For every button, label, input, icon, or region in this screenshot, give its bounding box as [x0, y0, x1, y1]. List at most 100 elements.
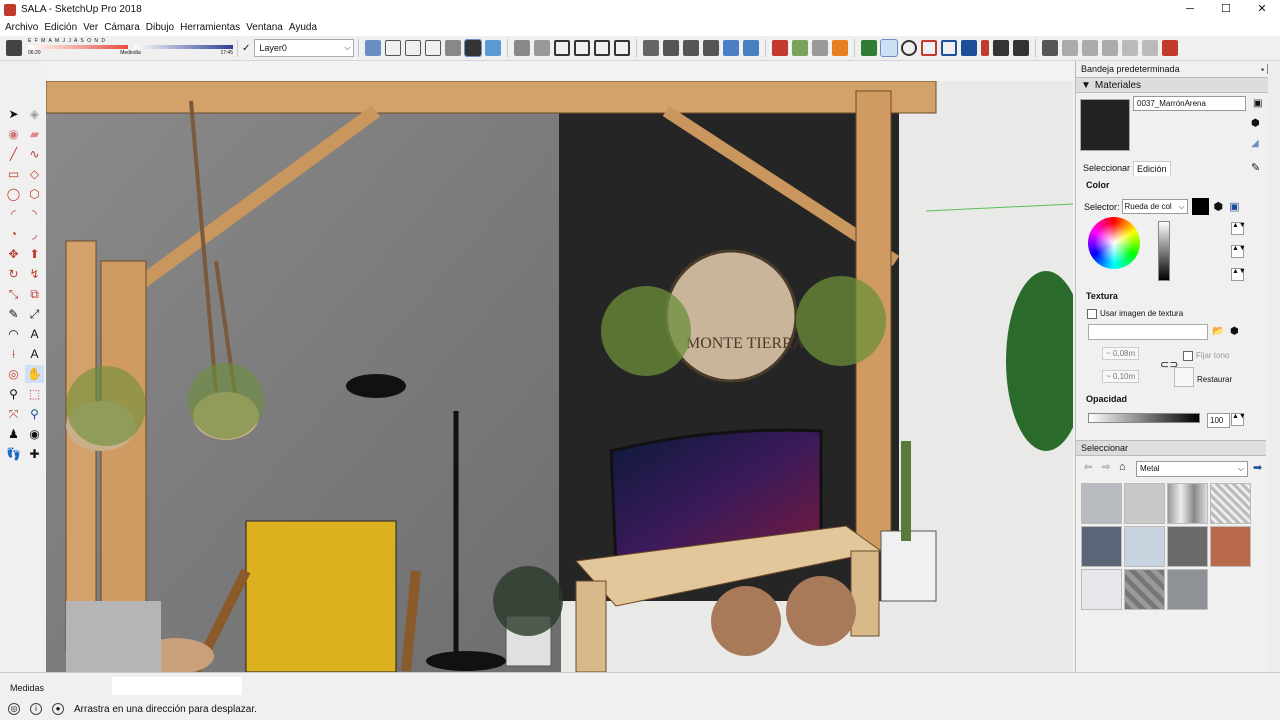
menu-ventana[interactable]: Ventana [243, 22, 286, 33]
material-thumb[interactable] [1124, 526, 1165, 567]
left-view-icon[interactable] [614, 40, 631, 56]
geo-location-icon[interactable]: ◎ [8, 703, 20, 715]
position-camera-icon[interactable] [981, 40, 990, 56]
home-icon[interactable]: ⌂ [1119, 461, 1126, 473]
details-icon[interactable]: ➡ [1253, 461, 1262, 474]
sample-paint-icon[interactable]: ◢ [1251, 138, 1259, 149]
time-slider[interactable] [133, 45, 233, 49]
walk-icon[interactable]: 👣 [4, 445, 23, 463]
3d-text-icon[interactable]: A [25, 345, 44, 363]
match-model-icon[interactable]: ⬢ [1214, 200, 1224, 213]
material-thumb[interactable] [1167, 526, 1208, 567]
sandbox-4-icon[interactable] [1102, 40, 1119, 56]
zoom-window-icon[interactable] [921, 40, 938, 56]
zoom-icon[interactable]: ⚲ [4, 385, 23, 403]
look-around-icon[interactable]: ◉ [25, 425, 44, 443]
material-thumb[interactable] [1210, 483, 1251, 524]
minimize-button[interactable]: ─ [1172, 0, 1208, 19]
arc-icon[interactable]: ◜ [4, 205, 23, 223]
section-cuts-icon[interactable] [703, 40, 720, 56]
pin-icon[interactable]: ▪ [1261, 65, 1264, 74]
texture-height-field[interactable]: ~ 0,10m [1102, 370, 1140, 383]
extension-2-icon[interactable] [792, 40, 809, 56]
zoom-extents-icon[interactable]: ⤧ [4, 405, 23, 423]
section-plane-icon[interactable] [663, 40, 680, 56]
shadows-toggle-icon[interactable] [6, 40, 22, 56]
spin-2[interactable]: ▲▼ [1231, 245, 1246, 258]
menu-dibujo[interactable]: Dibujo [143, 22, 177, 33]
monochrome-icon[interactable] [485, 40, 502, 56]
menu-archivo[interactable]: Archivo [2, 22, 41, 33]
forward-icon[interactable]: ⇨ [1102, 462, 1110, 473]
previous-icon[interactable]: ⚲ [25, 405, 44, 423]
shaded-textures-icon[interactable] [464, 39, 483, 57]
make-component-icon[interactable] [643, 40, 660, 56]
back-edges-icon[interactable] [385, 40, 402, 56]
text-icon[interactable]: A [25, 325, 44, 343]
pan-icon[interactable]: ✋ [25, 365, 44, 383]
zoom-window-icon[interactable]: ⬚ [25, 385, 44, 403]
wireframe-icon[interactable] [405, 40, 422, 56]
color-picker-select[interactable]: Rueda de col ⌵ [1121, 199, 1188, 214]
material-thumb[interactable] [1081, 483, 1122, 524]
select-icon[interactable]: ➤ [4, 105, 23, 123]
walk-icon[interactable] [1013, 40, 1030, 56]
push-pull-icon[interactable]: ⬆ [25, 245, 44, 263]
material-thumb[interactable] [1167, 569, 1208, 610]
line-icon[interactable]: ╱ [4, 145, 23, 163]
match-screen-icon[interactable]: ▣ [1229, 200, 1239, 213]
current-color-swatch[interactable] [1191, 198, 1209, 215]
circle-icon[interactable]: ◯ [4, 185, 23, 203]
close-button[interactable]: ✕ [1244, 0, 1280, 19]
show-section-icon[interactable] [683, 40, 700, 56]
freehand-icon[interactable]: ∿ [25, 145, 44, 163]
axes-icon[interactable]: ⟊ [4, 345, 23, 363]
tape-icon[interactable]: ✎ [4, 305, 23, 323]
edit-texture-icon[interactable]: ⬢ [1230, 326, 1239, 337]
menu-herramientas[interactable]: Herramientas [177, 22, 243, 33]
orbit-icon[interactable] [861, 40, 878, 56]
restore-label[interactable]: Restaurar [1197, 375, 1232, 384]
menu-ver[interactable]: Ver [80, 22, 101, 33]
paint-icon[interactable]: ◉ [4, 125, 23, 143]
offset-icon[interactable]: ⧉ [25, 285, 44, 303]
dimension-icon[interactable]: ⤢ [25, 305, 44, 323]
front-view-icon[interactable] [554, 40, 571, 56]
arc-3-icon[interactable]: ◞ [25, 225, 44, 243]
material-name-field[interactable]: 0037_MarrónArena [1133, 96, 1246, 111]
zoom-extents-icon[interactable] [941, 40, 958, 56]
menu-ayuda[interactable]: Ayuda [286, 22, 320, 33]
rotate-icon[interactable]: ↻ [4, 265, 23, 283]
shaded-icon[interactable] [445, 40, 462, 56]
extension-icon[interactable] [772, 40, 789, 56]
material-thumb[interactable] [1167, 483, 1208, 524]
opacity-value[interactable]: 100 [1207, 413, 1230, 428]
protractor-icon[interactable]: ◠ [4, 325, 23, 343]
pencil-icon[interactable]: ✎ [1251, 161, 1260, 174]
follow-me-icon[interactable]: ↯ [25, 265, 44, 283]
warehouse-icon[interactable] [743, 40, 760, 56]
scale-icon[interactable]: ⤡ [4, 285, 23, 303]
measurements-field[interactable] [112, 677, 242, 695]
position-camera-icon[interactable]: ♟ [4, 425, 23, 443]
tray-scrollbar[interactable] [1268, 61, 1280, 672]
section-plane-icon[interactable]: ✚ [25, 445, 44, 463]
zoom-icon[interactable] [901, 40, 918, 56]
back-view-icon[interactable] [594, 40, 611, 56]
tab-edit[interactable]: Edición [1133, 161, 1171, 176]
3d-viewport[interactable]: MONTE TIERRA [46, 61, 1073, 672]
color-wheel[interactable] [1088, 217, 1140, 269]
iso-view-icon[interactable] [514, 40, 531, 56]
restore-swatch[interactable] [1174, 367, 1194, 387]
maximize-button[interactable]: ☐ [1208, 0, 1244, 19]
arc-2-icon[interactable]: ◝ [25, 205, 44, 223]
rectangle-icon[interactable]: ▭ [4, 165, 23, 183]
date-slider[interactable] [28, 45, 128, 49]
layer-select[interactable]: Layer0 ⌵ [254, 39, 355, 57]
material-thumb[interactable] [1081, 569, 1122, 610]
texture-path-field[interactable] [1088, 324, 1208, 340]
sandbox-3-icon[interactable] [1082, 40, 1099, 56]
top-view-icon[interactable] [534, 40, 551, 56]
pie-icon[interactable]: ◔ [4, 225, 23, 243]
sandbox-6-icon[interactable] [1142, 40, 1159, 56]
